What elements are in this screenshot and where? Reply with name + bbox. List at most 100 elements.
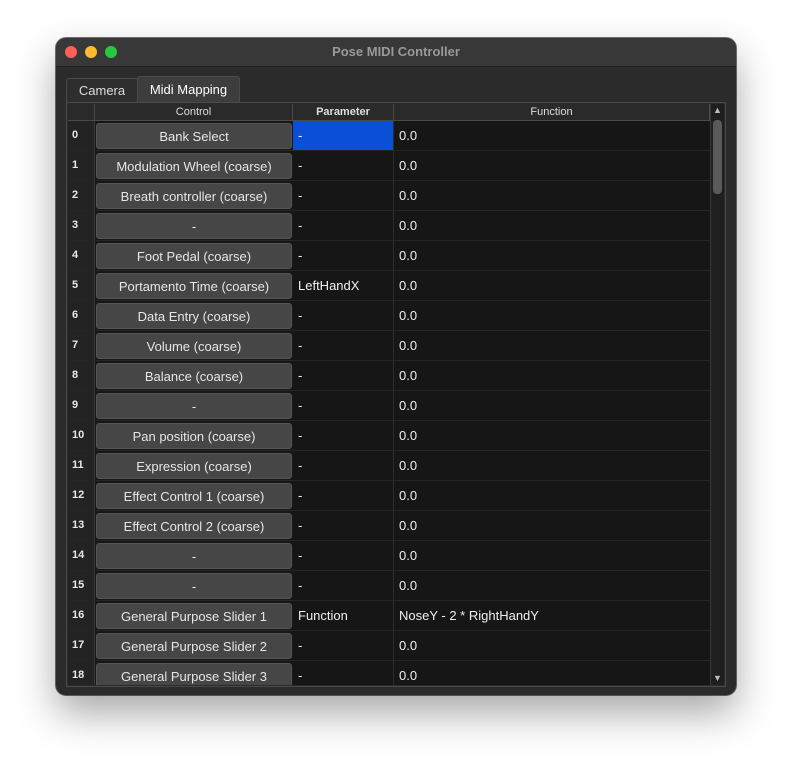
row-number: 9 — [68, 391, 95, 420]
control-button[interactable]: General Purpose Slider 2 — [96, 633, 292, 659]
table-row: 3- -0.0 — [68, 211, 710, 241]
parameter-cell[interactable]: - — [293, 661, 394, 685]
control-button[interactable]: Balance (coarse) — [96, 363, 292, 389]
function-cell[interactable]: 0.0 — [394, 121, 710, 150]
table-row: 11 Expression (coarse) -0.0 — [68, 451, 710, 481]
function-cell[interactable]: 0.0 — [394, 181, 710, 210]
table-row: 12 Effect Control 1 (coarse) -0.0 — [68, 481, 710, 511]
row-number: 1 — [68, 151, 95, 180]
control-button[interactable]: - — [96, 543, 292, 569]
function-cell[interactable]: 0.0 — [394, 361, 710, 390]
parameter-cell[interactable]: - — [293, 391, 394, 420]
parameter-cell[interactable]: - — [293, 571, 394, 600]
function-cell[interactable]: 0.0 — [394, 391, 710, 420]
function-cell[interactable]: 0.0 — [394, 451, 710, 480]
function-cell[interactable]: 0.0 — [394, 151, 710, 180]
table-row: 5 Portamento Time (coarse) LeftHandX 0.0 — [68, 271, 710, 301]
control-button[interactable]: Pan position (coarse) — [96, 423, 292, 449]
parameter-cell[interactable]: - — [293, 181, 394, 210]
app-window: Pose MIDI Controller Camera Midi Mapping… — [56, 38, 736, 695]
tab-midi-mapping[interactable]: Midi Mapping — [137, 76, 240, 102]
parameter-cell[interactable]: - — [293, 541, 394, 570]
table-row: 13 Effect Control 2 (coarse) -0.0 — [68, 511, 710, 541]
table-row: 17 General Purpose Slider 2-0.0 — [68, 631, 710, 661]
control-button[interactable]: General Purpose Slider 1 — [96, 603, 292, 629]
function-cell[interactable]: 0.0 — [394, 271, 710, 300]
row-number: 12 — [68, 481, 95, 510]
row-number: 7 — [68, 331, 95, 360]
row-number: 18 — [68, 661, 95, 685]
control-button[interactable]: - — [96, 393, 292, 419]
window-title: Pose MIDI Controller — [332, 44, 460, 59]
function-cell[interactable]: 0.0 — [394, 481, 710, 510]
title-bar: Pose MIDI Controller — [56, 38, 736, 67]
control-button[interactable]: - — [96, 573, 292, 599]
table-row: 18 General Purpose Slider 3-0.0 — [68, 661, 710, 685]
vertical-scrollbar[interactable]: ▲ ▼ — [710, 104, 724, 685]
parameter-cell[interactable]: - — [293, 151, 394, 180]
control-button[interactable]: Bank Select — [96, 123, 292, 149]
column-header-control[interactable]: Control — [95, 104, 293, 121]
table-row: 0 Bank Select -0.0 — [68, 121, 710, 151]
control-button[interactable]: - — [96, 213, 292, 239]
control-button[interactable]: Effect Control 2 (coarse) — [96, 513, 292, 539]
control-button[interactable]: Foot Pedal (coarse) — [96, 243, 292, 269]
parameter-cell[interactable]: - — [293, 241, 394, 270]
parameter-cell[interactable]: - — [293, 481, 394, 510]
control-button[interactable]: Portamento Time (coarse) — [96, 273, 292, 299]
parameter-cell[interactable]: - — [293, 631, 394, 660]
control-button[interactable]: Volume (coarse) — [96, 333, 292, 359]
function-cell[interactable]: NoseY - 2 * RightHandY — [394, 601, 710, 630]
parameter-cell[interactable]: - — [293, 451, 394, 480]
table-row: 6 Data Entry (coarse) -0.0 — [68, 301, 710, 331]
parameter-cell[interactable]: Function — [293, 601, 394, 630]
control-button[interactable]: Data Entry (coarse) — [96, 303, 292, 329]
scroll-up-arrow-icon[interactable]: ▲ — [711, 104, 724, 117]
table-row: 16 General Purpose Slider 1 Function NoseY … — [68, 601, 710, 631]
control-button[interactable]: Modulation Wheel (coarse) — [96, 153, 292, 179]
row-number: 2 — [68, 181, 95, 210]
function-cell[interactable]: 0.0 — [394, 631, 710, 660]
parameter-cell[interactable]: - — [293, 511, 394, 540]
scroll-down-arrow-icon[interactable]: ▼ — [711, 672, 724, 685]
function-cell[interactable]: 0.0 — [394, 571, 710, 600]
row-number: 3 — [68, 211, 95, 240]
row-number: 16 — [68, 601, 95, 630]
row-number: 6 — [68, 301, 95, 330]
row-number: 10 — [68, 421, 95, 450]
parameter-cell[interactable]: - — [293, 361, 394, 390]
parameter-cell[interactable]: - — [293, 331, 394, 360]
row-number: 15 — [68, 571, 95, 600]
control-button[interactable]: Expression (coarse) — [96, 453, 292, 479]
function-cell[interactable]: 0.0 — [394, 421, 710, 450]
mapping-table: Control Parameter Function 0 Bank Select -… — [68, 104, 710, 685]
parameter-cell[interactable]: - — [293, 301, 394, 330]
scrollbar-thumb[interactable] — [713, 120, 722, 194]
function-cell[interactable]: 0.0 — [394, 301, 710, 330]
control-button[interactable]: Breath controller (coarse) — [96, 183, 292, 209]
function-cell[interactable]: 0.0 — [394, 241, 710, 270]
parameter-cell[interactable]: LeftHandX — [293, 271, 394, 300]
tab-camera[interactable]: Camera — [66, 78, 138, 102]
parameter-cell[interactable]: - — [293, 121, 394, 150]
row-number: 17 — [68, 631, 95, 660]
parameter-cell[interactable]: - — [293, 211, 394, 240]
function-cell[interactable]: 0.0 — [394, 541, 710, 570]
table-row: 7 Volume (coarse) -0.0 — [68, 331, 710, 361]
control-button[interactable]: General Purpose Slider 3 — [96, 663, 292, 685]
function-cell[interactable]: 0.0 — [394, 661, 710, 685]
function-cell[interactable]: 0.0 — [394, 211, 710, 240]
function-cell[interactable]: 0.0 — [394, 511, 710, 540]
column-header-function[interactable]: Function — [394, 104, 710, 121]
table-row: 15- -0.0 — [68, 571, 710, 601]
column-header-parameter[interactable]: Parameter — [293, 104, 394, 121]
table-row: 4 Foot Pedal (coarse) -0.0 — [68, 241, 710, 271]
control-button[interactable]: Effect Control 1 (coarse) — [96, 483, 292, 509]
parameter-cell[interactable]: - — [293, 421, 394, 450]
table-row: 2 Breath controller (coarse) -0.0 — [68, 181, 710, 211]
row-number: 13 — [68, 511, 95, 540]
row-number: 4 — [68, 241, 95, 270]
function-cell[interactable]: 0.0 — [394, 331, 710, 360]
table-corner-header — [68, 104, 95, 121]
row-number: 14 — [68, 541, 95, 570]
